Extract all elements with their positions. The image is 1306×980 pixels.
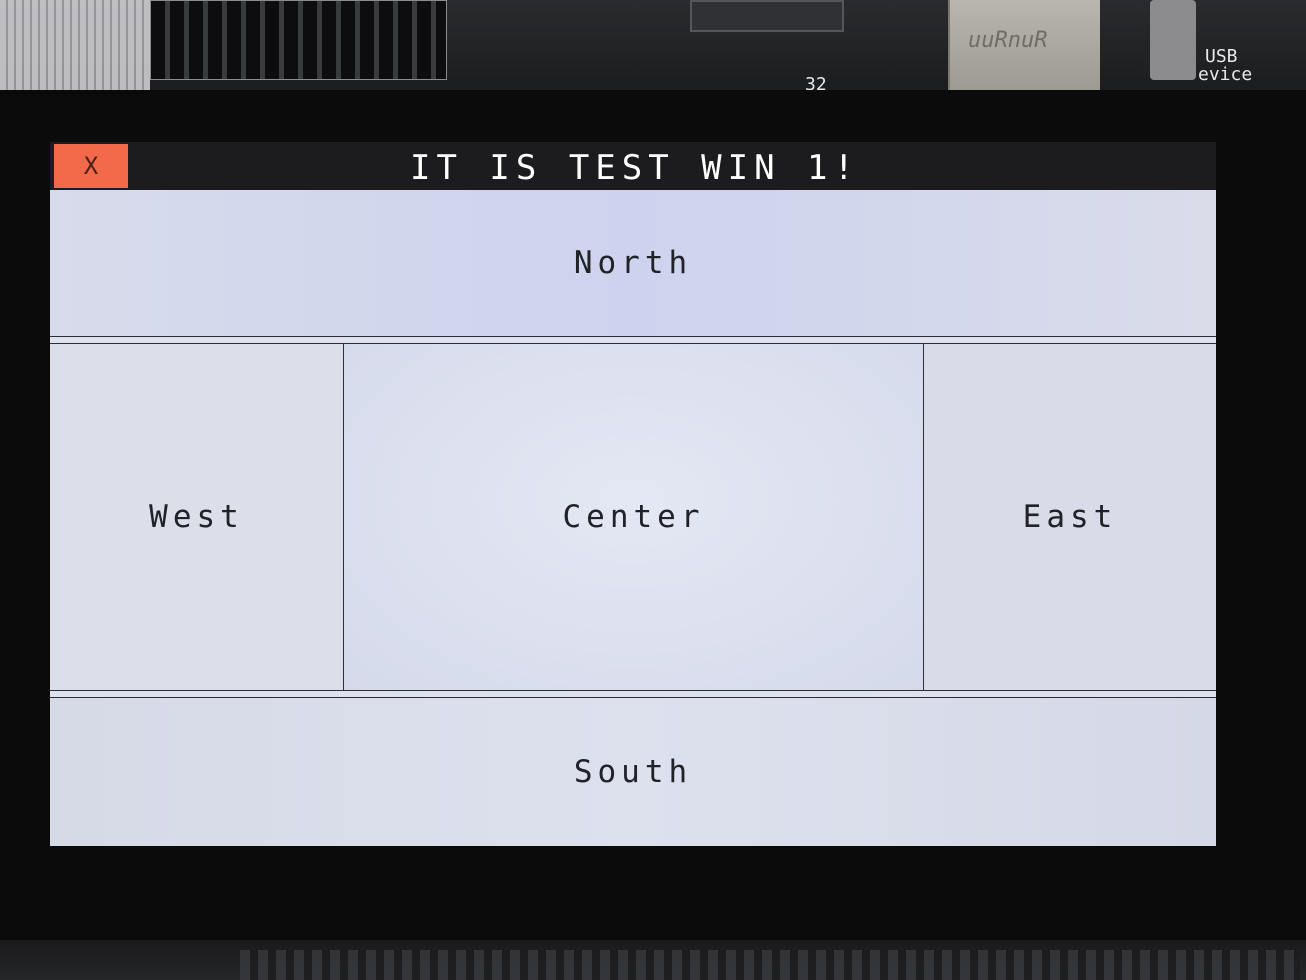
panel-south[interactable]: South — [50, 698, 1216, 846]
pin-header — [150, 0, 447, 80]
sd-brand-text: uuRnuR — [968, 28, 1048, 53]
bottom-pin-header — [240, 950, 1300, 980]
sd-card-slot: uuRnuR — [948, 0, 1100, 96]
close-button[interactable]: X — [54, 144, 128, 188]
panel-north[interactable]: North — [50, 190, 1216, 336]
panel-east-label: East — [1022, 499, 1118, 535]
usb-label-line2: evice — [1198, 64, 1253, 85]
pcb-top-area: 32 uuRnuR USB evice — [0, 0, 1306, 96]
top-separator — [50, 336, 1216, 344]
bottom-separator — [50, 690, 1216, 698]
ribbon-cable — [0, 0, 150, 90]
test-window: X IT IS TEST WIN 1! North West Center Ea… — [50, 142, 1216, 846]
chip — [690, 0, 844, 32]
panel-west[interactable]: West — [50, 344, 344, 690]
panel-center[interactable]: Center — [344, 344, 924, 690]
panel-center-label: Center — [562, 499, 705, 535]
photo-stage: 32 uuRnuR USB evice X IT IS TEST WIN 1! … — [0, 0, 1306, 980]
panel-west-label: West — [149, 499, 244, 535]
window-title: IT IS TEST WIN 1! — [410, 148, 860, 188]
panel-east[interactable]: East — [924, 344, 1216, 690]
panel-south-label: South — [573, 754, 693, 790]
pcb-bottom-area — [0, 940, 1306, 980]
panel-north-label: North — [573, 245, 693, 281]
window-client-area: North West Center East South — [50, 190, 1216, 846]
usb-port — [1150, 0, 1196, 80]
